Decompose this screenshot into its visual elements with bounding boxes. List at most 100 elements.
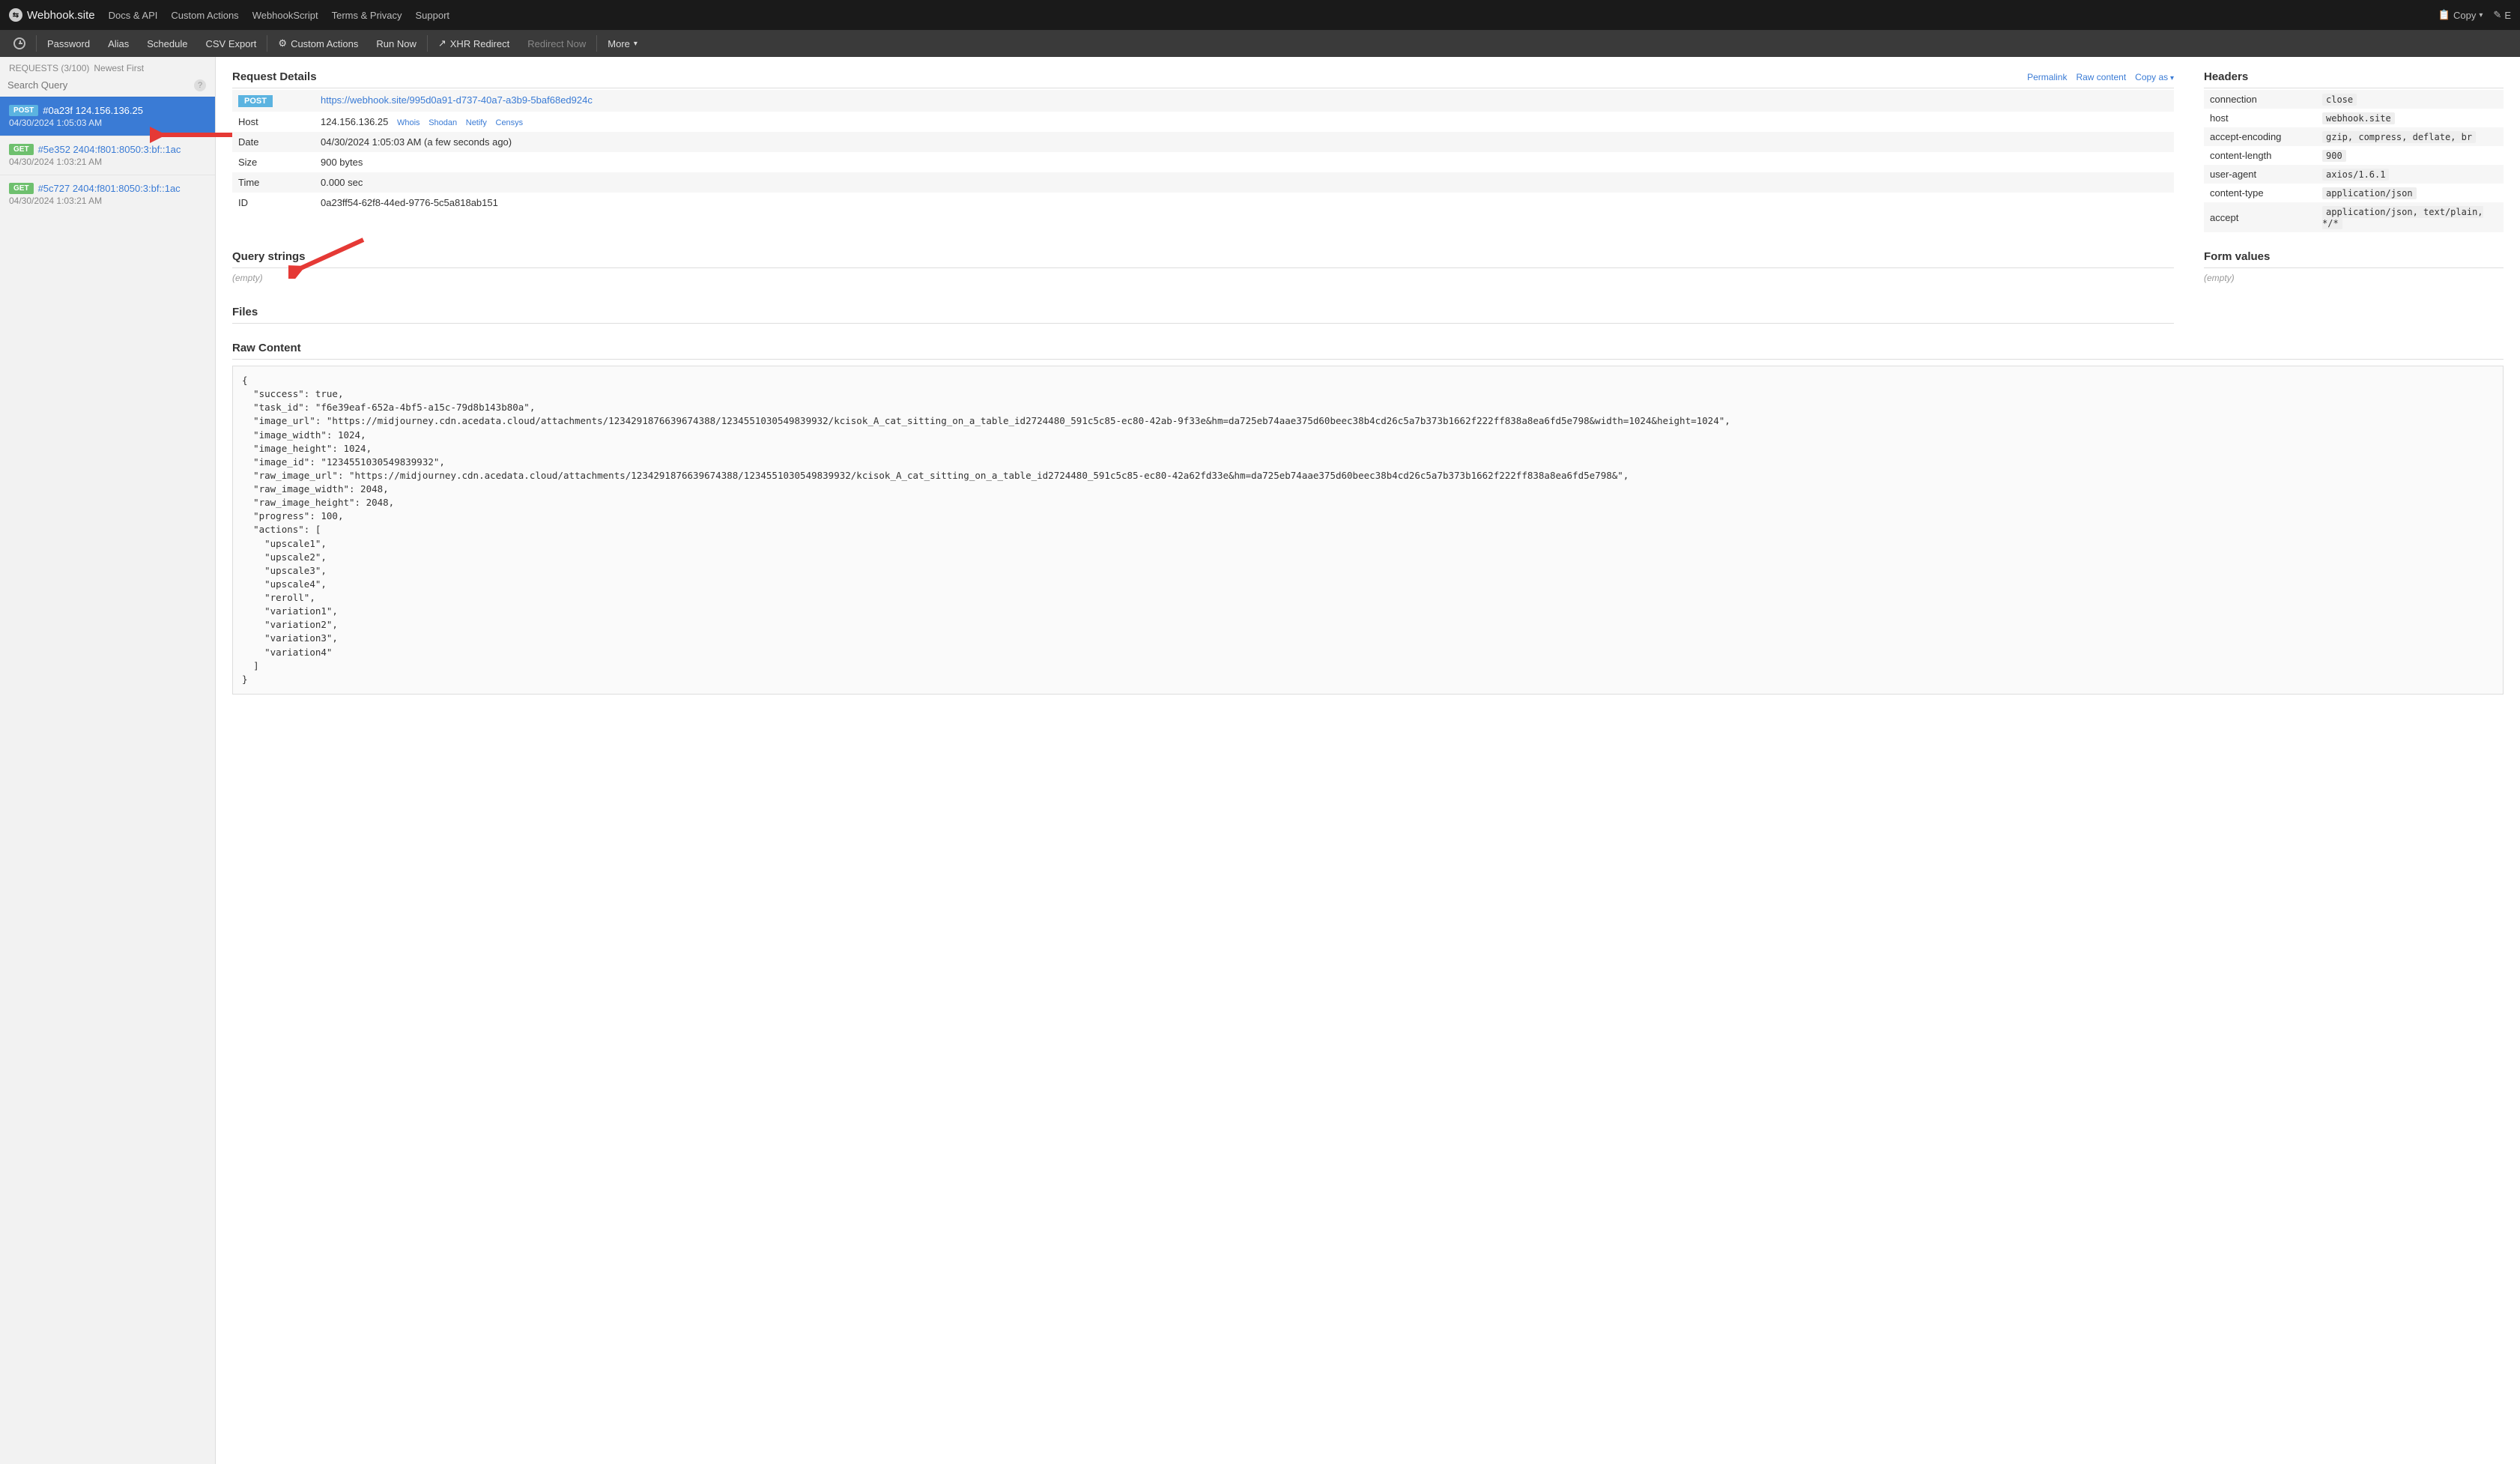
header-name: accept-encoding: [2204, 127, 2316, 146]
method-badge: POST: [238, 95, 273, 107]
raw-content-section: Raw Content { "success": true, "task_id"…: [232, 339, 2504, 695]
request-date: 04/30/2024 1:03:21 AM: [9, 157, 206, 167]
form-values-empty: (empty): [2204, 268, 2504, 288]
content: Request Details Permalink Raw content Co…: [216, 57, 2520, 1464]
headers-section: Headers connection close host webhook.site a…: [2204, 70, 2504, 232]
request-url[interactable]: https://webhook.site/995d0a91-d737-40a7-…: [321, 94, 593, 106]
header-value: application/json, text/plain, */*: [2322, 206, 2483, 229]
id-label: ID: [232, 193, 315, 213]
redirect-icon: ↗: [438, 37, 446, 49]
id-value: 0a23ff54-62f8-44ed-9776-5c5a818ab151: [315, 193, 2174, 213]
size-value: 900 bytes: [315, 152, 2174, 172]
request-hash: #5e352 2404:f801:8050:3:bf::1ac: [38, 144, 181, 155]
header-name: content-length: [2204, 146, 2316, 165]
top-nav-right: 📋 Copy ✎ E: [2438, 9, 2511, 21]
sort-newest[interactable]: Newest First: [94, 63, 144, 73]
size-label: Size: [232, 152, 315, 172]
header-value: close: [2322, 94, 2357, 106]
header-row: content-typeapplication/json: [2204, 184, 2504, 202]
brand-label: Webhook.site: [27, 9, 95, 22]
permalink-link[interactable]: Permalink: [2027, 72, 2067, 82]
request-item[interactable]: GET #5e352 2404:f801:8050:3:bf::1ac04/30/…: [0, 136, 215, 175]
netify-link[interactable]: Netify: [466, 118, 487, 127]
whois-link[interactable]: Whois: [397, 118, 420, 127]
request-details-links: Permalink Raw content Copy as: [2027, 72, 2174, 82]
censys-link[interactable]: Censys: [496, 118, 524, 127]
query-strings-empty: (empty): [232, 268, 2174, 288]
brand[interactable]: ⇆ Webhook.site: [9, 8, 95, 22]
request-details: Request Details Permalink Raw content Co…: [232, 70, 2174, 232]
detail-row-time: Time 0.000 sec: [232, 172, 2174, 193]
edit-label: E: [2504, 10, 2511, 21]
nav-webhookscript[interactable]: WebhookScript: [252, 10, 318, 21]
subnav-custom-actions[interactable]: ⚙ Custom Actions: [269, 30, 367, 57]
subnav-alias[interactable]: Alias: [99, 30, 138, 57]
header-name: accept: [2204, 202, 2316, 232]
header-value: 900: [2322, 150, 2346, 162]
method-badge: POST: [9, 105, 38, 116]
request-details-title: Request Details: [232, 70, 317, 83]
top-nav-left: ⇆ Webhook.site Docs & API Custom Actions…: [9, 8, 449, 22]
form-values-section: Form values (empty): [2204, 247, 2504, 288]
header-row: user-agentaxios/1.6.1: [2204, 165, 2504, 184]
header-name: connection: [2204, 90, 2316, 109]
raw-content-link[interactable]: Raw content: [2076, 72, 2126, 82]
date-value: 04/30/2024 1:05:03 AM (a few seconds ago…: [315, 132, 2174, 152]
time-value: 0.000 sec: [315, 172, 2174, 193]
main: REQUESTS (3/100) Newest First ? POST #0a2…: [0, 57, 2520, 1464]
request-item[interactable]: POST#0a23f 124.156.136.2504/30/2024 1:05…: [0, 97, 215, 136]
subnav-xhr-label: XHR Redirect: [450, 38, 509, 49]
header-value: application/json: [2322, 187, 2417, 199]
nav-support[interactable]: Support: [416, 10, 450, 21]
detail-row-host: Host 124.156.136.25 Whois Shodan Netify …: [232, 112, 2174, 132]
edit-button[interactable]: ✎ E: [2493, 9, 2511, 21]
divider: [596, 35, 597, 52]
copy-label: Copy: [2453, 10, 2476, 21]
shodan-link[interactable]: Shodan: [428, 118, 457, 127]
host-label: Host: [232, 112, 315, 132]
subnav-schedule[interactable]: Schedule: [138, 30, 196, 57]
help-icon[interactable]: ?: [194, 79, 206, 91]
search-input[interactable]: [7, 79, 208, 91]
sidebar-header: REQUESTS (3/100) Newest First: [0, 57, 215, 76]
host-value: 124.156.136.25: [321, 116, 388, 127]
nav-terms[interactable]: Terms & Privacy: [332, 10, 402, 21]
form-values-title: Form values: [2204, 250, 2504, 268]
method-badge: GET: [9, 144, 34, 155]
raw-content-body: { "success": true, "task_id": "f6e39eaf-…: [232, 366, 2504, 695]
clock-button[interactable]: [4, 30, 34, 57]
edit-icon: ✎: [2493, 9, 2501, 21]
date-label: Date: [232, 132, 315, 152]
request-hash: #0a23f 124.156.136.25: [43, 105, 143, 116]
copy-as-menu[interactable]: Copy as: [2135, 72, 2174, 82]
headers-table: connection close host webhook.site accept-en…: [2204, 90, 2504, 232]
request-list: POST#0a23f 124.156.136.2504/30/2024 1:05…: [0, 97, 215, 214]
request-item[interactable]: GET#5c727 2404:f801:8050:3:bf::1ac04/30/…: [0, 175, 215, 214]
detail-row-id: ID 0a23ff54-62f8-44ed-9776-5c5a818ab151: [232, 193, 2174, 213]
raw-content-title: Raw Content: [232, 342, 2504, 360]
header-row: host webhook.site: [2204, 109, 2504, 127]
header-row: accept-encodinggzip, compress, deflate, …: [2204, 127, 2504, 146]
headers-title: Headers: [2204, 70, 2248, 83]
subnav-run-now[interactable]: Run Now: [367, 30, 425, 57]
header-name: host: [2204, 109, 2316, 127]
copy-icon: 📋: [2438, 9, 2450, 21]
subnav-custom-actions-label: Custom Actions: [291, 38, 358, 49]
subnav-password[interactable]: Password: [38, 30, 99, 57]
subnav-xhr-redirect[interactable]: ↗ XHR Redirect: [429, 30, 518, 57]
header-row: connection close: [2204, 90, 2504, 109]
header-row: accept application/json, text/plain, */*: [2204, 202, 2504, 232]
query-strings-title: Query strings: [232, 250, 2174, 268]
gear-icon: ⚙: [278, 37, 287, 49]
headers-header: Headers: [2204, 70, 2504, 88]
nav-docs[interactable]: Docs & API: [109, 10, 158, 21]
details-table: POST https://webhook.site/995d0a91-d737-…: [232, 90, 2174, 213]
copy-menu[interactable]: 📋 Copy: [2438, 9, 2483, 21]
request-details-header: Request Details Permalink Raw content Co…: [232, 70, 2174, 88]
subnav-more[interactable]: More: [599, 30, 646, 57]
subnav-csv[interactable]: CSV Export: [196, 30, 265, 57]
request-hash: #5c727 2404:f801:8050:3:bf::1ac: [38, 183, 181, 194]
header-value: webhook.site: [2322, 112, 2395, 124]
nav-custom-actions[interactable]: Custom Actions: [171, 10, 238, 21]
files-title: Files: [232, 306, 2174, 324]
